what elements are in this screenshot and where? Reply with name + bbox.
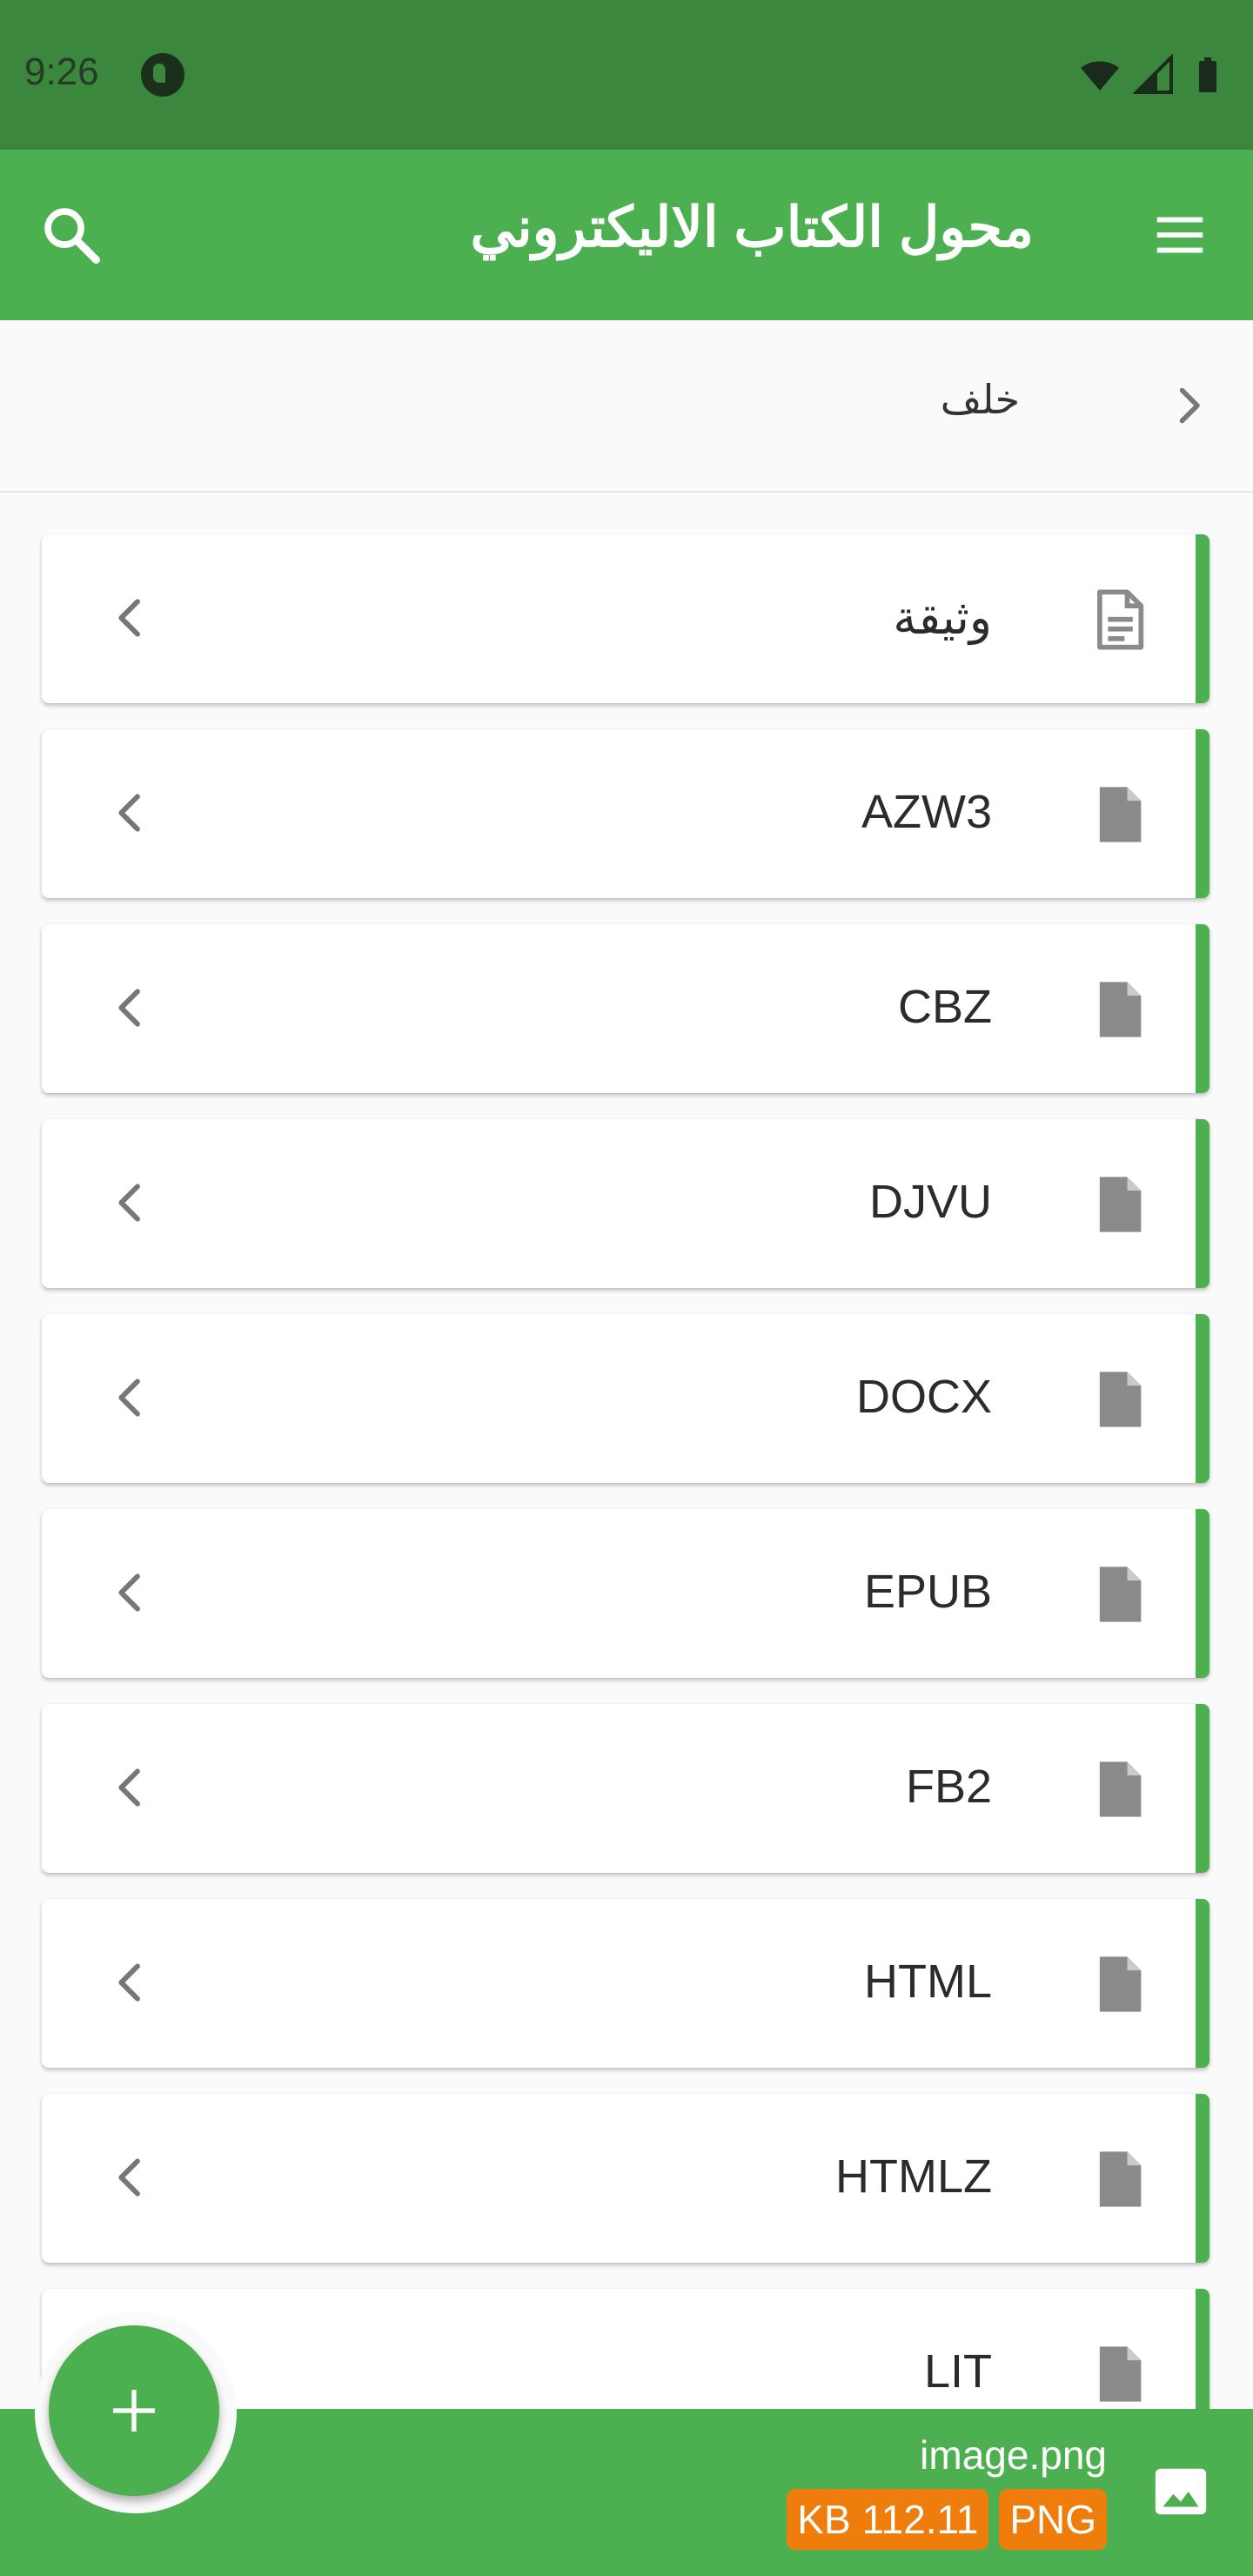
format-card-cbz[interactable]: CBZ [42, 924, 1209, 1093]
format-label: DOCX [855, 1371, 992, 1423]
file-icon [1099, 1761, 1142, 1817]
battery-icon [1199, 57, 1216, 92]
app-bar: محول الكتاب الاليكتروني [0, 150, 1253, 320]
format-label: HTMLZ [835, 2150, 992, 2203]
chevron-left-icon [118, 1184, 140, 1222]
format-label: وثيقة [893, 592, 992, 644]
format-label: HTML [864, 1955, 992, 2008]
file-icon [1099, 2346, 1142, 2402]
card-accent [1196, 924, 1209, 1093]
status-time: 9:26 [24, 50, 99, 93]
file-badges: KB 112.11 PNG [787, 2489, 1107, 2550]
format-card-azw3[interactable]: AZW3 [42, 729, 1209, 898]
card-accent [1196, 1119, 1209, 1288]
format-card-djvu[interactable]: DJVU [42, 1119, 1209, 1288]
card-accent [1196, 1509, 1209, 1678]
app-title: محول الكتاب الاليكتروني [470, 196, 1034, 258]
chevron-left-icon [118, 2158, 140, 2197]
card-accent [1196, 1314, 1209, 1483]
format-card-epub[interactable]: EPUB [42, 1509, 1209, 1678]
notification-app-icon [141, 53, 184, 97]
menu-button[interactable] [1138, 193, 1222, 277]
selected-file-name: image.png [920, 2432, 1107, 2478]
status-bar: 9:26 [0, 0, 1253, 150]
card-accent [1196, 2094, 1209, 2263]
format-label: FB2 [905, 1761, 992, 1813]
card-accent [1196, 729, 1209, 898]
back-row[interactable]: خلف [0, 320, 1253, 493]
chevron-left-icon [118, 1573, 140, 1612]
format-label: DJVU [868, 1176, 992, 1228]
back-label: خلف [940, 377, 1020, 422]
format-label: EPUB [863, 1566, 992, 1618]
card-accent [1196, 1899, 1209, 2068]
search-button[interactable] [30, 193, 113, 277]
file-icon [1099, 2151, 1142, 2207]
cell-signal-icon [1133, 54, 1173, 94]
format-label: CBZ [898, 981, 992, 1033]
status-icons [1079, 54, 1229, 96]
chevron-left-icon [118, 989, 140, 1027]
file-icon [1099, 787, 1142, 842]
file-icon [1099, 982, 1142, 1037]
chevron-left-icon [118, 794, 140, 832]
document-lines-icon [1096, 589, 1144, 650]
format-card-document[interactable]: وثيقة [42, 534, 1209, 703]
search-icon [44, 208, 100, 264]
file-icon [1099, 1566, 1142, 1622]
format-card-fb2[interactable]: FB2 [42, 1704, 1209, 1873]
chevron-left-icon [118, 1963, 140, 2002]
card-accent [1196, 534, 1209, 703]
file-type-badge: PNG [999, 2489, 1107, 2550]
chevron-left-icon [118, 1768, 140, 1807]
file-icon [1099, 1956, 1142, 2012]
chevron-right-icon [1179, 387, 1200, 424]
add-file-button[interactable] [49, 2325, 219, 2496]
file-icon [1099, 1177, 1142, 1232]
hamburger-menu-icon [1156, 217, 1203, 253]
file-size-badge: KB 112.11 [787, 2489, 989, 2550]
card-accent [1196, 1704, 1209, 1873]
chevron-left-icon [118, 599, 140, 637]
wifi-icon [1081, 61, 1119, 91]
format-card-htmlz[interactable]: HTMLZ [42, 2094, 1209, 2263]
format-card-html[interactable]: HTML [42, 1899, 1209, 2068]
plus-icon [113, 2390, 155, 2432]
format-card-docx[interactable]: DOCX [42, 1314, 1209, 1483]
image-icon [1155, 2468, 1207, 2515]
format-label: AZW3 [861, 786, 992, 838]
format-label: LIT [923, 2345, 992, 2398]
chevron-left-icon [118, 1379, 140, 1417]
file-icon [1099, 1372, 1142, 1427]
